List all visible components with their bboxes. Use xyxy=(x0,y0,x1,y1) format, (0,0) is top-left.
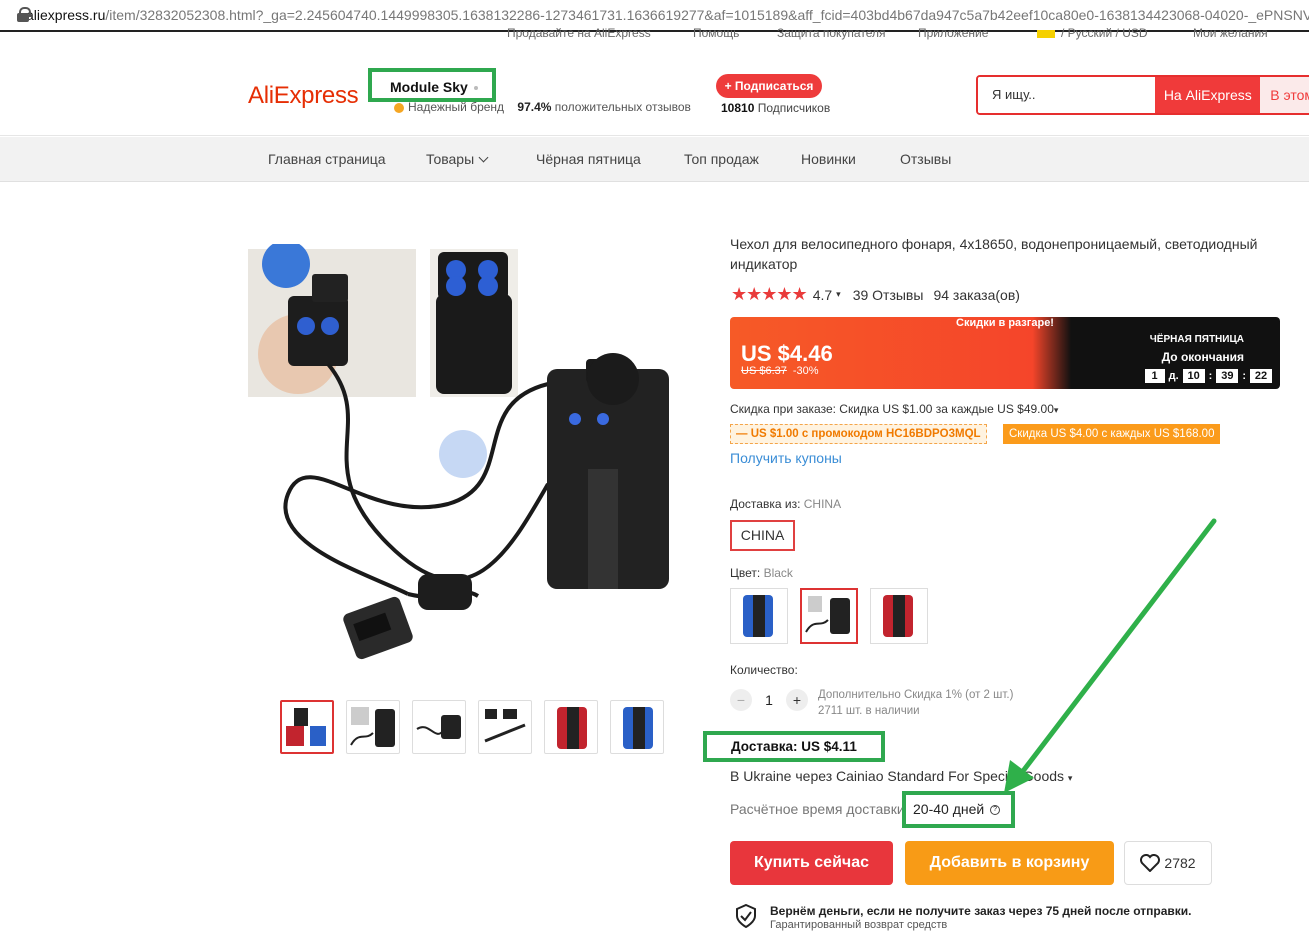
delivery-eta-highlight: 20-40 дней ? xyxy=(902,791,1015,828)
nav-reviews[interactable]: Отзывы xyxy=(900,151,951,167)
store-meta: Надежный бренд 97.4% положительных отзыв… xyxy=(394,100,691,114)
thumbnail-image xyxy=(416,715,461,739)
black-friday-label: ЧЁРНАЯ ПЯТНИЦА xyxy=(1149,334,1244,345)
battery-case-illustration xyxy=(248,240,669,660)
rating-value[interactable]: 4.7 xyxy=(813,287,832,303)
shipping-cost-highlight: Доставка: US $4.11 xyxy=(703,731,885,762)
orders-count: 94 заказа(ов) xyxy=(933,286,1020,303)
store-header: AliExpress Module Sky Надежный бренд 97.… xyxy=(0,52,1309,136)
thumbnail-image xyxy=(286,708,326,746)
star-rating-icon: ★★★★★ xyxy=(731,284,808,304)
qty-plus-button[interactable]: + xyxy=(786,689,808,711)
heart-icon xyxy=(1140,854,1161,872)
thumbnail[interactable] xyxy=(478,700,532,754)
nav-new[interactable]: Новинки xyxy=(801,151,856,167)
wishlist-link[interactable]: Мои желания xyxy=(1193,28,1268,40)
reviews-count[interactable]: 39 Отзывы xyxy=(853,287,924,303)
quantity-label: Количество: xyxy=(730,663,798,677)
qty-input[interactable]: 1 xyxy=(752,692,786,708)
nav-black-friday[interactable]: Чёрная пятница xyxy=(536,151,641,167)
ends-in-label: До окончания xyxy=(1161,350,1244,364)
promo-coupon[interactable]: — US $1.00 с промокодом HC16BDPO3MQL xyxy=(730,424,987,444)
color-swatch-blue[interactable] xyxy=(730,588,788,644)
buy-now-button[interactable]: Купить сейчас xyxy=(730,841,893,885)
search-aliexpress-button[interactable]: На AliExpress xyxy=(1155,77,1261,113)
qty-minus-button[interactable]: − xyxy=(730,689,752,711)
medal-icon xyxy=(394,102,404,113)
store-name-highlight[interactable]: Module Sky xyxy=(368,68,496,102)
nav-top-sales[interactable]: Топ продаж xyxy=(684,151,759,167)
color-swatch-black[interactable] xyxy=(800,588,858,644)
store-nav: Главная страница Товары Чёрная пятница Т… xyxy=(0,137,1309,182)
shipping-method[interactable]: В Ukraine через Cainiao Standard For Spe… xyxy=(730,768,1072,784)
thumbnail[interactable] xyxy=(280,700,334,754)
nav-products[interactable]: Товары xyxy=(426,151,489,167)
old-price: US $6.37 -30% xyxy=(741,365,819,377)
follow-button[interactable]: + Подписаться xyxy=(716,74,822,98)
chevron-down-icon xyxy=(478,152,489,163)
search-input[interactable]: Я ищу.. xyxy=(978,77,1156,113)
url-path: /item/32832052308.html?_ga=2.245604740.1… xyxy=(105,7,1309,23)
shield-check-icon xyxy=(736,904,756,928)
quantity-stepper: − 1 + xyxy=(730,689,808,711)
color-swatch-red[interactable] xyxy=(870,588,928,644)
language-currency[interactable]: / Русский / USD xyxy=(1037,28,1148,40)
product-main-image[interactable] xyxy=(248,240,680,684)
swatch-image xyxy=(743,595,773,637)
add-to-cart-button[interactable]: Добавить в корзину xyxy=(905,841,1114,885)
quantity-info: Дополнительно Скидка 1% (от 2 шт.) 2711 … xyxy=(818,689,1014,717)
delivery-eta-label: Расчётное время доставки: xyxy=(730,801,909,817)
aliexpress-logo[interactable]: AliExpress xyxy=(248,82,359,110)
app-link[interactable]: Приложение xyxy=(918,28,988,40)
search-bar: Я ищу.. На AliExpress В этом xyxy=(976,75,1309,115)
nav-home[interactable]: Главная страница xyxy=(268,151,386,167)
color-swatches xyxy=(730,588,928,644)
help-icon[interactable]: ? xyxy=(990,805,1001,816)
ship-from-label: Доставка из: CHINA xyxy=(730,497,842,511)
flag-icon xyxy=(1037,29,1055,38)
order-discount[interactable]: Скидка при заказе: Скидка US $1.00 за ка… xyxy=(730,402,1058,416)
swatch-image xyxy=(883,595,913,637)
guarantee-subtitle: Гарантированный возврат средств xyxy=(770,919,948,931)
get-coupons-link[interactable]: Получить купоны xyxy=(730,450,842,466)
rating-row: ★★★★★ 4.7 ▾ 39 Отзывы 94 заказа(ов) xyxy=(731,284,1020,305)
url-domain: aliexpress.ru xyxy=(26,7,106,23)
price: US $4.46 xyxy=(741,341,833,366)
thumbnail[interactable] xyxy=(610,700,664,754)
thumbnail-strip xyxy=(280,700,664,754)
sell-link[interactable]: Продавайте на AliExpress xyxy=(507,28,651,40)
wishlist-button[interactable]: 2782 xyxy=(1124,841,1212,885)
countdown-timer: 1 д. 10:39:22 xyxy=(1144,369,1272,383)
buyer-protection-link[interactable]: Защита покупателя xyxy=(777,28,885,40)
ship-from-china-option[interactable]: CHINA xyxy=(730,520,795,551)
positive-pct: 97.4% xyxy=(517,100,552,114)
thumbnail[interactable] xyxy=(346,700,400,754)
thumbnail[interactable] xyxy=(544,700,598,754)
wishlist-count: 2782 xyxy=(1164,855,1196,871)
sale-label: Скидки в разгаре! xyxy=(956,317,1054,329)
help-link[interactable]: Помощь xyxy=(693,28,739,40)
top-strip: Продавайте на AliExpress Помощь Защита п… xyxy=(0,28,1309,42)
thumbnail[interactable] xyxy=(412,700,466,754)
guarantee-title: Вернём деньги, если не получите заказ че… xyxy=(770,904,1192,918)
dot-icon xyxy=(473,86,478,91)
thumbnail-image xyxy=(484,709,526,743)
thumbnail-image xyxy=(350,707,395,747)
price-banner: Скидки в разгаре! US $4.46 US $6.37 -30% … xyxy=(730,317,1280,389)
store-coupon[interactable]: Скидка US $4.00 с каждых US $168.00 xyxy=(1003,424,1221,444)
search-store-button[interactable]: В этом xyxy=(1260,77,1309,113)
money-back-guarantee: Вернём деньги, если не получите заказ че… xyxy=(736,904,1192,932)
thumbnail-image xyxy=(623,707,653,749)
thumbnail-image xyxy=(557,707,587,749)
swatch-image xyxy=(805,596,850,634)
followers: 10810 Подписчиков xyxy=(721,101,831,115)
product-title: Чехол для велосипедного фонаря, 4x18650,… xyxy=(730,236,1258,272)
color-label: Цвет: Black xyxy=(730,566,793,580)
chevron-down-icon: ▾ xyxy=(836,289,841,299)
